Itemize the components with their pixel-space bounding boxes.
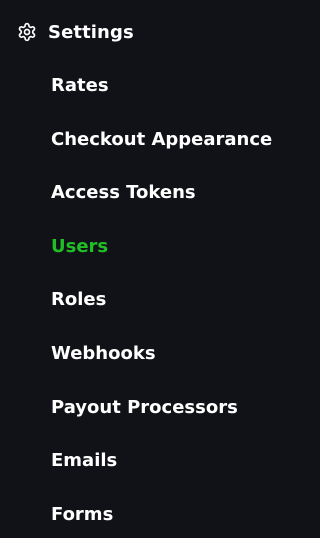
menu-item-checkout-appearance[interactable]: Checkout Appearance xyxy=(51,126,272,154)
settings-sidebar: Settings Rates Checkout Appearance Acces… xyxy=(0,0,272,538)
menu-item-forms[interactable]: Forms xyxy=(51,501,113,529)
menu-item-payout-processors[interactable]: Payout Processors xyxy=(51,394,238,422)
menu-item-webhooks[interactable]: Webhooks xyxy=(51,340,156,368)
menu-item-emails[interactable]: Emails xyxy=(51,447,117,475)
menu-item-users[interactable]: Users xyxy=(51,233,108,261)
settings-menu: Rates Checkout Appearance Access Tokens … xyxy=(0,0,272,538)
menu-item-access-tokens[interactable]: Access Tokens xyxy=(51,179,196,207)
menu-item-roles[interactable]: Roles xyxy=(51,286,106,314)
menu-item-rates[interactable]: Rates xyxy=(51,72,109,100)
